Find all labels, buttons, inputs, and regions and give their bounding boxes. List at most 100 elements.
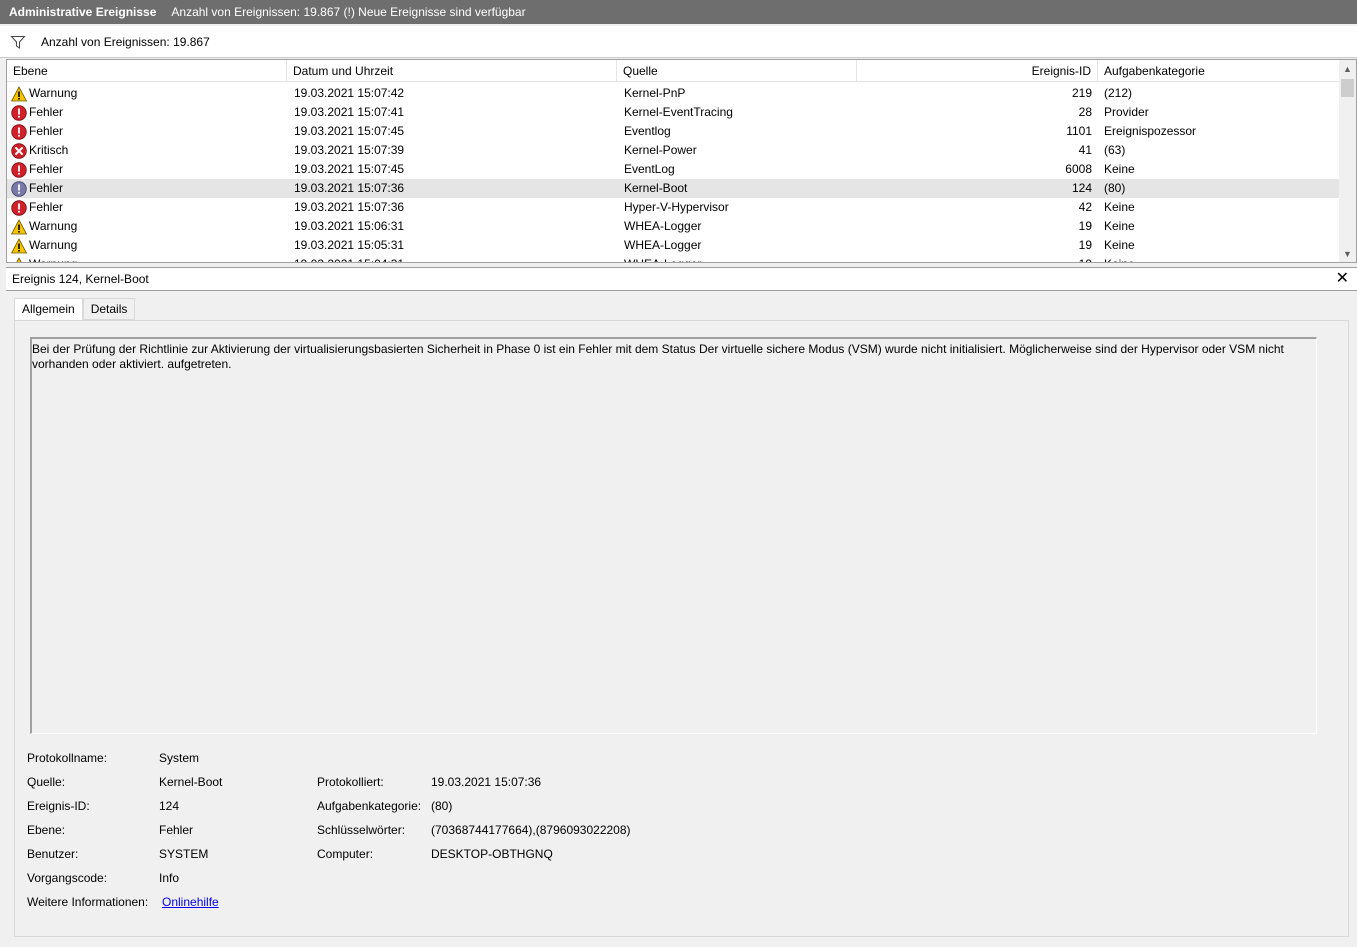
schluesselwoerter-label: Schlüsselwörter: <box>317 823 406 837</box>
level-text: Fehler <box>29 162 64 176</box>
event-message-box[interactable]: Bei der Prüfung der Richtlinie zur Aktiv… <box>30 337 1317 734</box>
event-rows: Warnung 19.03.2021 15:07:42 Kernel-PnP 219 (… <box>7 84 1339 262</box>
table-row[interactable]: Fehler 19.03.2021 15:07:36 Kernel-Boot 124 (… <box>7 179 1339 198</box>
source-cell: WHEA-Logger <box>624 255 854 262</box>
close-icon[interactable]: ✕ <box>1336 270 1349 288</box>
table-row[interactable]: Warnung 19.03.2021 15:05:31 WHEA-Logger 19 K… <box>7 236 1339 255</box>
event-count-label: Anzahl von Ereignissen: 19.867 <box>41 34 210 49</box>
protokolliert-value: 19.03.2021 15:07:36 <box>431 775 542 789</box>
event-id-cell: 19 <box>857 255 1092 262</box>
task-category-cell: Keine <box>1104 255 1334 262</box>
filter-bar: Anzahl von Ereignissen: 19.867 <box>0 26 1357 58</box>
task-category-cell: Keine <box>1104 200 1135 214</box>
event-list[interactable]: Ebene Datum und Uhrzeit Quelle Ereignis-… <box>6 59 1357 263</box>
column-header-source[interactable]: Quelle <box>617 60 857 82</box>
protokolliert-label: Protokolliert: <box>317 775 384 789</box>
table-row[interactable]: Fehler 19.03.2021 15:07:41 Kernel-EventTra… <box>7 103 1339 122</box>
error-icon <box>11 104 27 121</box>
level-text: Fehler <box>29 124 64 138</box>
ebene-label: Ebene: <box>27 823 66 837</box>
list-scrollbar[interactable]: ▲ ▼ <box>1339 60 1356 262</box>
source-cell: Kernel-PnP <box>624 86 686 100</box>
event-id-cell: 41 <box>1078 143 1092 157</box>
table-row[interactable]: Fehler 19.03.2021 15:07:45 EventLog 6008 Kei… <box>7 160 1339 179</box>
event-id-cell: 1101 <box>1066 124 1092 138</box>
source-cell: Kernel-Power <box>624 143 697 157</box>
schluesselwoerter-value: (70368744177664),(8796093022208) <box>431 823 631 837</box>
table-row[interactable]: Warnung 19.03.2021 15:06:31 WHEA-Logger 19 K… <box>7 217 1339 236</box>
scrollbar-thumb[interactable] <box>1341 79 1354 97</box>
level-cell: Fehler <box>11 103 287 122</box>
column-header-event-id[interactable]: Ereignis-ID <box>857 60 1098 82</box>
table-row[interactable]: Warnung 19.03.2021 15:07:42 Kernel-PnP 219 (… <box>7 84 1339 103</box>
source-cell: WHEA-Logger <box>624 219 702 233</box>
table-row[interactable]: Fehler 19.03.2021 15:07:45 Eventlog 1101 Ere… <box>7 122 1339 141</box>
level-text: Warnung <box>29 86 78 100</box>
source-cell: WHEA-Logger <box>624 238 702 252</box>
quelle-value: Kernel-Boot <box>159 775 223 789</box>
computer-value: DESKTOP-OBTHGNQ <box>431 847 553 861</box>
aufgabenkategorie-label: Aufgabenkategorie: <box>317 799 422 813</box>
ereignis-id-value: 124 <box>159 799 180 813</box>
scroll-down-icon[interactable]: ▼ <box>1339 245 1356 262</box>
panel-subtitle: Anzahl von Ereignissen: 19.867 (!) Neue … <box>171 5 526 19</box>
onlinehilfe-link[interactable]: Onlinehilfe <box>162 895 219 909</box>
benutzer-value: SYSTEM <box>159 847 209 861</box>
level-text: Fehler <box>29 105 64 119</box>
event-id-cell: 6008 <box>1065 162 1092 176</box>
event-id-cell: 42 <box>1078 200 1092 214</box>
level-cell: Fehler <box>11 122 287 141</box>
task-category-cell: Keine <box>1104 162 1135 176</box>
table-row[interactable]: Fehler 19.03.2021 15:07:36 Hyper-V-Hypervi… <box>7 198 1339 217</box>
column-header-row: Ebene Datum und Uhrzeit Quelle Ereignis-… <box>7 60 1341 82</box>
datetime-cell: 19.03.2021 15:04:31 <box>294 255 614 262</box>
column-header-level[interactable]: Ebene <box>7 60 287 82</box>
level-text: Warnung <box>29 255 77 262</box>
datetime-cell: 19.03.2021 15:07:36 <box>294 200 405 214</box>
detail-title: Ereignis 124, Kernel-Boot <box>12 272 149 286</box>
datetime-cell: 19.03.2021 15:07:42 <box>294 86 405 100</box>
table-row[interactable]: Warnung 19.03.2021 15:04:31 WHEA-Logger19 K… <box>7 255 1339 262</box>
event-id-cell: 19 <box>1078 238 1092 252</box>
datetime-cell: 19.03.2021 15:06:31 <box>294 219 405 233</box>
panel-titlebar: Administrative Ereignisse Anzahl von Ere… <box>0 0 1357 24</box>
aufgabenkategorie-value: (80) <box>431 799 453 813</box>
panel-title: Administrative Ereignisse <box>9 5 157 19</box>
level-cell: Warnung <box>11 255 287 262</box>
scroll-up-icon[interactable]: ▲ <box>1339 60 1356 77</box>
column-header-datetime[interactable]: Datum und Uhrzeit <box>287 60 617 82</box>
task-category-cell: Keine <box>1104 219 1135 233</box>
error-icon <box>11 161 27 178</box>
table-row[interactable]: Kritisch 19.03.2021 15:07:39 Kernel-Power 4… <box>7 141 1339 160</box>
vorgangscode-label: Vorgangscode: <box>27 871 108 885</box>
protokollname-value: System <box>159 751 200 765</box>
critical-icon <box>11 142 27 159</box>
ereignis-id-label: Ereignis-ID: <box>27 799 90 813</box>
level-text: Warnung <box>29 219 78 233</box>
protokollname-label: Protokollname: <box>27 751 108 765</box>
filter-icon[interactable] <box>10 34 26 50</box>
task-category-cell: (63) <box>1104 143 1126 157</box>
column-header-task-category[interactable]: Aufgabenkategorie <box>1098 60 1341 82</box>
error-icon <box>11 123 27 140</box>
warning-icon <box>11 85 28 102</box>
computer-label: Computer: <box>317 847 374 861</box>
level-text: Fehler <box>29 200 64 214</box>
task-category-cell: Keine <box>1104 238 1135 252</box>
source-cell: Eventlog <box>624 124 671 138</box>
task-category-cell: Provider <box>1104 105 1149 119</box>
level-cell: Warnung <box>11 217 287 236</box>
error-icon <box>11 199 27 216</box>
tab-allgemein[interactable]: Allgemein <box>14 298 83 321</box>
level-cell: Fehler <box>11 160 287 179</box>
detail-tabs: Allgemein Details <box>14 298 136 321</box>
event-id-cell: 219 <box>1071 86 1092 100</box>
ebene-value: Fehler <box>159 823 194 837</box>
level-cell: Kritisch <box>11 141 287 160</box>
detail-header: Ereignis 124, Kernel-Boot ✕ <box>6 267 1357 291</box>
level-text: Fehler <box>29 181 64 195</box>
level-text: Kritisch <box>29 143 69 157</box>
error-selected-icon <box>11 180 27 197</box>
datetime-cell: 19.03.2021 15:07:39 <box>294 143 405 157</box>
tab-details[interactable]: Details <box>82 298 136 320</box>
